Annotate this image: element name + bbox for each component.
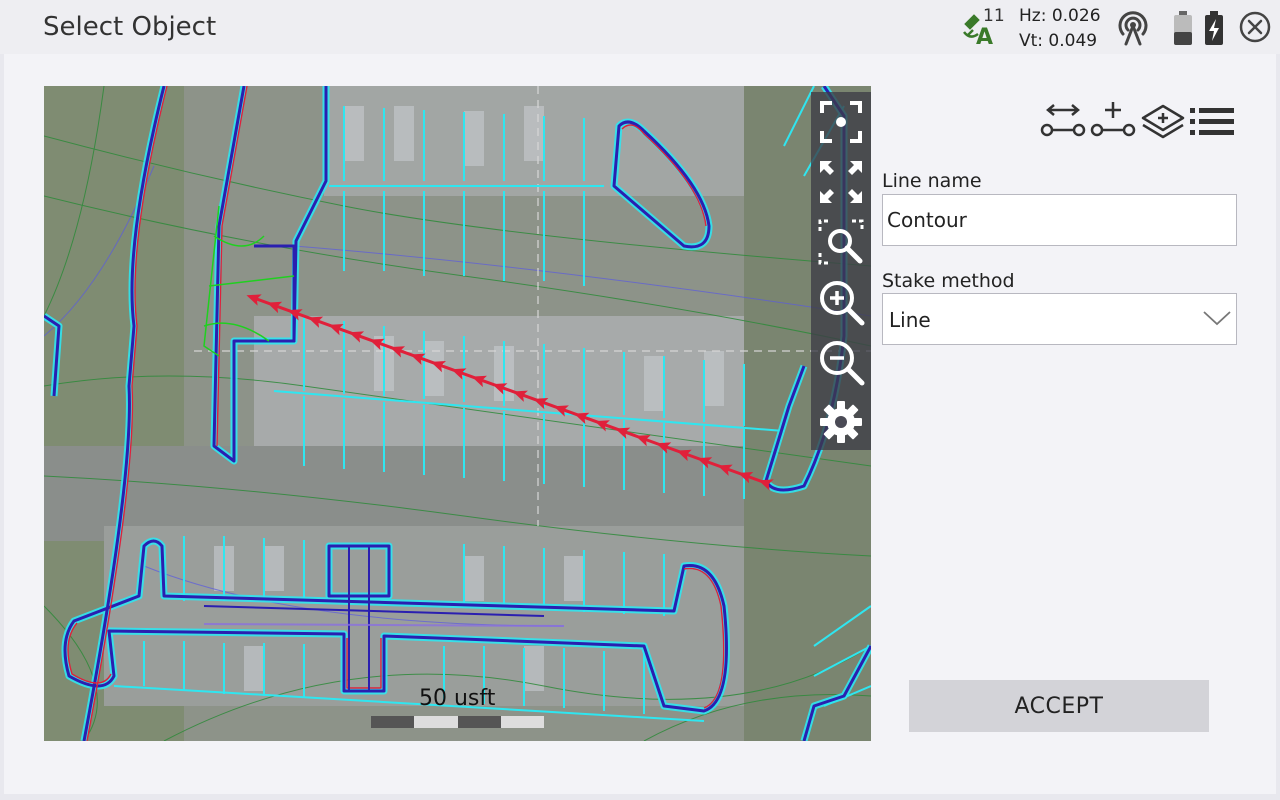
battery-icon[interactable]	[1172, 10, 1194, 46]
pan-extents-icon[interactable]	[816, 157, 866, 207]
zoom-in-icon[interactable]	[816, 277, 866, 327]
hz-precision: Hz: 0.026	[1019, 6, 1101, 26]
settings-icon[interactable]	[816, 397, 866, 447]
line-name-input[interactable]	[882, 194, 1237, 246]
svg-text:A: A	[976, 25, 993, 46]
measure-line-icon[interactable]	[1040, 100, 1086, 144]
radio-icon[interactable]	[1114, 10, 1152, 46]
satellite-count: 11	[983, 6, 1005, 26]
stake-method-value: Line	[889, 308, 931, 332]
map-view[interactable]: 50 usft	[44, 86, 871, 741]
accept-button[interactable]: ACCEPT	[909, 680, 1209, 732]
close-icon[interactable]	[1238, 10, 1272, 44]
page-title: Select Object	[43, 12, 217, 42]
list-icon[interactable]	[1190, 100, 1236, 144]
line-name-label: Line name	[882, 170, 982, 192]
stake-method-label: Stake method	[882, 270, 1015, 292]
map-canvas[interactable]	[44, 86, 871, 741]
add-point-icon[interactable]	[1090, 100, 1136, 144]
zoom-window-icon[interactable]	[816, 217, 866, 267]
precision-readout[interactable]: Hz: 0.026 Vt: 0.049	[1019, 4, 1101, 54]
battery-charging-icon[interactable]	[1203, 10, 1225, 46]
vt-precision: Vt: 0.049	[1019, 31, 1098, 51]
title-bar: Select Object A 11 Hz: 0.026 Vt: 0.049	[0, 0, 1280, 54]
layers-icon[interactable]	[1140, 100, 1186, 144]
zoom-out-icon[interactable]	[816, 337, 866, 387]
zoom-extents-icon[interactable]	[816, 97, 866, 147]
scale-bar	[371, 716, 544, 728]
scale-label: 50 usft	[419, 686, 496, 711]
stake-method-select[interactable]: Line	[882, 293, 1237, 345]
chevron-down-icon	[1203, 311, 1231, 326]
map-toolbar	[811, 92, 871, 450]
